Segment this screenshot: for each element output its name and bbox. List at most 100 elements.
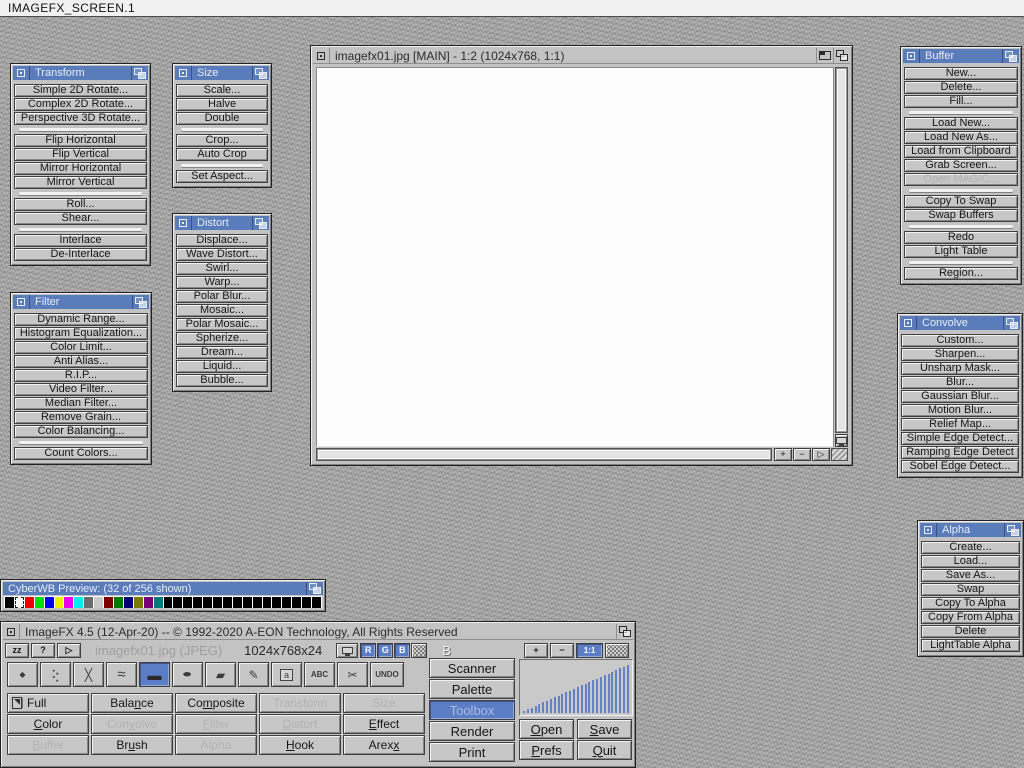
palette-swatch-20[interactable] — [203, 597, 212, 608]
freehand-tool[interactable]: ≈ — [106, 662, 137, 687]
swirl-button[interactable]: Swirl... — [176, 262, 268, 275]
depth-gadget-icon[interactable] — [616, 624, 633, 639]
lighttable-alpha-button[interactable]: LightTable Alpha — [921, 639, 1020, 652]
sleep-button[interactable]: zz — [5, 643, 29, 658]
palette-swatch-23[interactable] — [233, 597, 242, 608]
undo-button[interactable]: UNDO — [370, 662, 404, 687]
hook-button[interactable]: Hook — [259, 735, 341, 755]
save-button[interactable]: Save — [577, 719, 632, 739]
effect-button[interactable]: Effect — [343, 714, 425, 734]
close-icon[interactable] — [175, 66, 192, 80]
dream-button[interactable]: Dream... — [176, 346, 268, 359]
channel-green-button[interactable]: G — [377, 643, 393, 658]
mask-pattern-button[interactable] — [411, 643, 427, 658]
redo-button[interactable]: Redo — [904, 231, 1018, 244]
palette-swatch-6[interactable] — [64, 597, 73, 608]
box-tool[interactable]: ▬ — [139, 662, 170, 687]
horizontal-scroll-thumb[interactable] — [318, 450, 770, 459]
double-button[interactable]: Double — [176, 112, 268, 125]
depth-gadget-icon[interactable] — [132, 295, 149, 309]
depth-gadget-icon[interactable] — [833, 48, 850, 63]
close-icon[interactable] — [313, 48, 330, 63]
depth-gadget-icon[interactable] — [1003, 316, 1020, 330]
simple-2d-rotate-button[interactable]: Simple 2D Rotate... — [14, 84, 147, 97]
load-new-button[interactable]: Load New... — [904, 117, 1018, 130]
close-icon[interactable] — [903, 49, 920, 63]
text-tool[interactable]: ABC — [304, 662, 335, 687]
distort-button[interactable]: Distort — [259, 714, 341, 734]
color-limit-button[interactable]: Color Limit... — [14, 341, 148, 354]
resize-handle[interactable] — [831, 448, 848, 461]
gaussian-blur-button[interactable]: Gaussian Blur... — [901, 390, 1019, 403]
liquid-button[interactable]: Liquid... — [176, 360, 268, 373]
clone-tool[interactable]: a — [271, 662, 302, 687]
transform-button[interactable]: Transform — [259, 693, 341, 713]
palette-swatch-25[interactable] — [253, 597, 262, 608]
toolbox-titlebar[interactable]: ImageFX 4.5 (12-Apr-20) -- © 1992-2020 A… — [3, 624, 633, 640]
palette-swatch-29[interactable] — [292, 597, 301, 608]
palette-swatch-1[interactable] — [15, 597, 24, 608]
arexx-button[interactable]: Arexx — [343, 735, 425, 755]
de-interlace-button[interactable]: De-Interlace — [14, 248, 147, 261]
sharpen-button[interactable]: Sharpen... — [901, 348, 1019, 361]
depth-gadget-icon[interactable] — [131, 66, 148, 80]
custom-button[interactable]: Custom... — [901, 334, 1019, 347]
palette-swatch-28[interactable] — [282, 597, 291, 608]
vertical-scrollbar[interactable] — [835, 67, 848, 433]
load-button[interactable]: Load... — [921, 555, 1020, 568]
open-magic-button[interactable]: Open MAGIC... — [904, 173, 1018, 186]
wave-distort-button[interactable]: Wave Distort... — [176, 248, 268, 261]
magnify-out-button[interactable]: − — [550, 643, 574, 658]
close-icon[interactable] — [175, 216, 192, 230]
palette-swatch-13[interactable] — [134, 597, 143, 608]
relief-map-button[interactable]: Relief Map... — [901, 418, 1019, 431]
complex-2d-rotate-button[interactable]: Complex 2D Rotate... — [14, 98, 147, 111]
palette-swatch-15[interactable] — [154, 597, 163, 608]
color-balancing-button[interactable]: Color Balancing... — [14, 425, 148, 438]
light-table-button[interactable]: Light Table — [904, 245, 1018, 258]
point-tool[interactable]: ◆ — [7, 662, 38, 687]
filter-titlebar[interactable]: Filter — [13, 295, 149, 309]
palette-swatch-16[interactable] — [164, 597, 173, 608]
palette-swatch-22[interactable] — [223, 597, 232, 608]
swap-buffers-button[interactable]: Swap Buffers — [904, 209, 1018, 222]
palette-swatch-26[interactable] — [263, 597, 272, 608]
fill-button[interactable]: Fill... — [904, 95, 1018, 108]
crop-tool[interactable]: ✂ — [337, 662, 368, 687]
alpha-titlebar[interactable]: Alpha — [920, 523, 1021, 537]
unsharp-mask-button[interactable]: Unsharp Mask... — [901, 362, 1019, 375]
copy-to-alpha-button[interactable]: Copy To Alpha — [921, 597, 1020, 610]
spherize-button[interactable]: Spherize... — [176, 332, 268, 345]
palette-swatch-2[interactable] — [25, 597, 34, 608]
mirror-horizontal-button[interactable]: Mirror Horizontal — [14, 162, 147, 175]
polygon-tool[interactable]: ▰ — [205, 662, 236, 687]
image-window-titlebar[interactable]: imagefx01.jpg [MAIN] - 1:2 (1024x768, 1:… — [313, 48, 850, 64]
prefs-button[interactable]: Prefs — [519, 740, 574, 760]
depth-gadget-icon[interactable] — [1004, 523, 1021, 537]
zoom-ratio-button[interactable]: 1:1 — [576, 643, 603, 658]
scanner-button[interactable]: Scanner — [429, 658, 515, 678]
palette-swatch-3[interactable] — [35, 597, 44, 608]
palette-swatch-24[interactable] — [243, 597, 252, 608]
new-button[interactable]: New... — [904, 67, 1018, 80]
vertical-scroll-thumb[interactable] — [837, 69, 846, 431]
zoom-in-button[interactable]: + — [774, 448, 792, 461]
scale-button[interactable]: Scale... — [176, 84, 268, 97]
save-as-button[interactable]: Save As... — [921, 569, 1020, 582]
sobel-edge-detect-button[interactable]: Sobel Edge Detect... — [901, 460, 1019, 473]
palette-swatch-18[interactable] — [183, 597, 192, 608]
close-icon[interactable] — [920, 523, 937, 537]
flip-vertical-button[interactable]: Flip Vertical — [14, 148, 147, 161]
alpha-button[interactable]: Alpha — [175, 735, 257, 755]
palette-window-titlebar[interactable]: CyberWB Preview: (32 of 256 shown) — [3, 582, 323, 595]
oval-tool[interactable]: ● — [172, 662, 203, 687]
size-button[interactable]: Size — [343, 693, 425, 713]
delete-button[interactable]: Delete... — [904, 81, 1018, 94]
buffer-titlebar[interactable]: Buffer — [903, 49, 1019, 63]
open-button[interactable]: Open — [519, 719, 574, 739]
zoom-gadget-icon[interactable] — [816, 48, 833, 63]
auto-crop-button[interactable]: Auto Crop — [176, 148, 268, 161]
channel-blue-button[interactable]: B — [394, 643, 410, 658]
palette-swatch-27[interactable] — [272, 597, 281, 608]
palette-swatch-5[interactable] — [55, 597, 64, 608]
